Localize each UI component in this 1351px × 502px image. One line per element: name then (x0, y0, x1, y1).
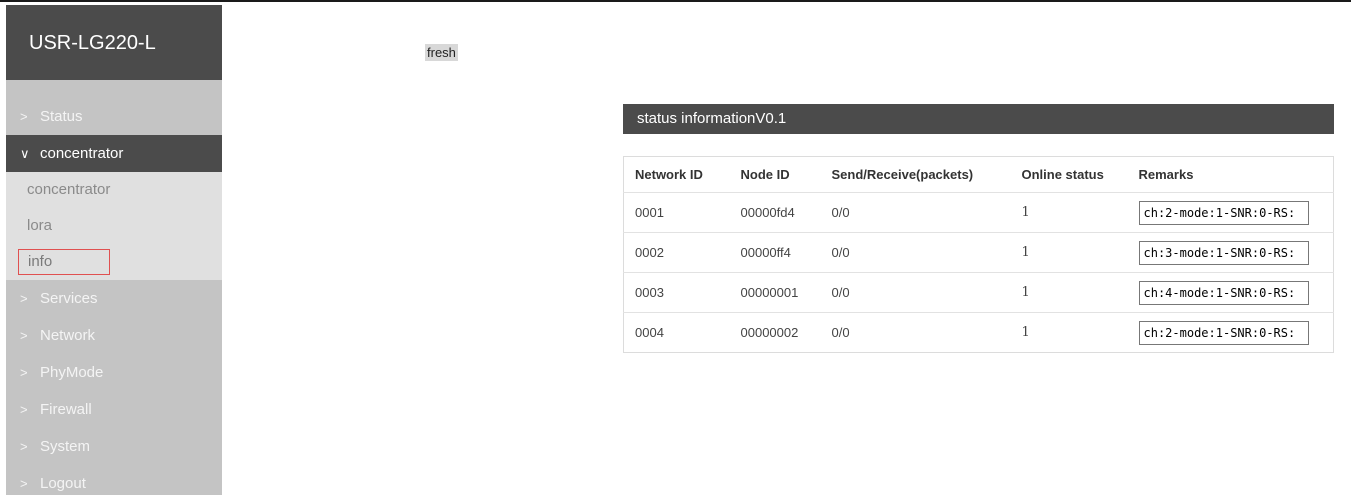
sidebar-item-label: PhyMode (40, 364, 104, 381)
table-row: 0003 00000001 0/0 1 (623, 272, 1334, 313)
table-header-row: Network ID Node ID Send/Receive(packets)… (623, 156, 1334, 193)
cell-network-id: 0004 (635, 325, 664, 340)
sidebar-item-firewall[interactable]: > Firewall (6, 391, 222, 428)
chevron-right-icon: > (20, 439, 28, 454)
submenu-item-lora[interactable]: lora (6, 208, 222, 244)
column-header-send-receive: Send/Receive(packets) (820, 156, 1011, 193)
column-header-online-status: Online status (1010, 156, 1128, 193)
sidebar-item-status[interactable]: > Status (6, 98, 222, 135)
sidebar: USR-LG220-L > Status ∨ concentrator concen… (6, 5, 222, 495)
cell-remarks (1127, 232, 1334, 273)
sidebar-item-label: Status (40, 108, 83, 125)
panel-title: status informationV0.1 (623, 104, 1334, 134)
concentrator-submenu: concentrator lora info (6, 172, 222, 280)
chevron-down-icon: ∨ (20, 146, 30, 161)
cell-network-id: 0003 (623, 272, 730, 313)
remarks-input[interactable] (1138, 200, 1309, 225)
cell-online-status: 1 (1010, 192, 1128, 233)
submenu-item-info[interactable]: info (6, 244, 222, 280)
column-header-node-id: Node ID (729, 156, 821, 193)
column-header-remarks: Remarks (1127, 156, 1334, 193)
sidebar-item-label: Services (40, 290, 98, 307)
cell-remarks (1127, 192, 1334, 233)
chevron-right-icon: > (20, 328, 28, 343)
chevron-right-icon: > (20, 402, 28, 417)
node-table: Network ID Node ID Send/Receive(packets)… (623, 156, 1334, 353)
cell-node-id: 00000001 (729, 272, 821, 313)
cell-remarks (1128, 313, 1334, 353)
status-panel: status informationV0.1 Network ID Node I… (623, 104, 1334, 353)
sidebar-item-label: concentrator (40, 145, 124, 162)
sidebar-item-network[interactable]: > Network (6, 317, 222, 354)
cell-node-id: 00000002 (740, 325, 799, 340)
chevron-right-icon: > (20, 109, 28, 124)
top-border (0, 0, 1351, 2)
sidebar-item-logout[interactable]: > Logout (6, 465, 222, 502)
sidebar-item-services[interactable]: > Services (6, 280, 222, 317)
sidebar-item-label: Firewall (40, 401, 92, 418)
remarks-input[interactable] (1138, 320, 1309, 345)
cell-node-id: 00000fd4 (729, 192, 821, 233)
cell-send-receive: 0/0 (820, 232, 1011, 273)
cell-node-id: 00000ff4 (729, 232, 821, 273)
cell-send-receive: 0/0 (820, 192, 1011, 233)
sidebar-item-phymode[interactable]: > PhyMode (6, 354, 222, 391)
table-row: 0004 00000002 0/0 1 (624, 313, 1334, 353)
chevron-right-icon: > (20, 476, 28, 491)
brand-title: USR-LG220-L (6, 5, 222, 80)
sidebar-item-concentrator[interactable]: ∨ concentrator (6, 135, 222, 172)
cell-online-status: 1 (1010, 232, 1128, 273)
cell-send-receive: 0/0 (820, 272, 1011, 313)
column-header-network-id: Network ID (623, 156, 730, 193)
chevron-right-icon: > (20, 365, 28, 380)
cell-network-id: 0001 (623, 192, 730, 233)
sidebar-item-system[interactable]: > System (6, 428, 222, 465)
cell-online-status: 1 (1010, 272, 1128, 313)
cell-send-receive: 0/0 (831, 325, 850, 340)
submenu-item-concentrator[interactable]: concentrator (6, 172, 222, 208)
fresh-button[interactable]: fresh (425, 44, 458, 61)
remarks-input[interactable] (1138, 280, 1309, 305)
chevron-right-icon: > (20, 291, 28, 306)
sidebar-item-label: Logout (40, 475, 86, 492)
table-row: 0001 00000fd4 0/0 1 (623, 192, 1334, 233)
sidebar-nav: > Status ∨ concentrator concentrator lora … (6, 80, 222, 502)
remarks-input[interactable] (1138, 240, 1309, 265)
cell-online-status: 1 (1021, 325, 1030, 340)
sidebar-item-label: System (40, 438, 91, 455)
cell-network-id: 0002 (623, 232, 730, 273)
table-row: 0002 00000ff4 0/0 1 (623, 232, 1334, 273)
sidebar-item-label: Network (40, 327, 96, 344)
cell-remarks (1127, 272, 1334, 313)
